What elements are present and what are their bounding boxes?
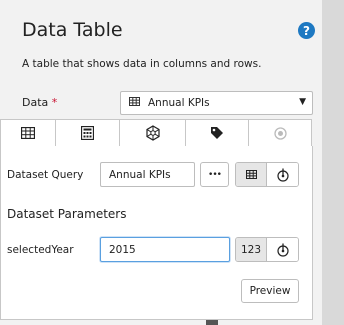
parameter-type-toggle: 123 (235, 237, 299, 262)
calculator-icon (81, 126, 94, 140)
link-binding-icon (276, 168, 289, 182)
properties-panel: Data Table ? A table that shows data in … (0, 0, 322, 325)
number-type-button[interactable]: 123 (236, 238, 268, 261)
data-select[interactable]: Annual KPIs ▼ (120, 91, 313, 115)
parameter-value-input[interactable]: 2015 (100, 237, 230, 262)
resize-handle (206, 320, 218, 325)
binding-mode-button[interactable] (267, 163, 298, 186)
panel-title: Data Table (22, 19, 123, 41)
help-icon[interactable]: ? (298, 22, 315, 39)
panel-description: A table that shows data in columns and r… (22, 58, 262, 70)
tag-icon (211, 127, 223, 139)
data-label: Data * (22, 96, 57, 109)
table-icon (245, 170, 257, 179)
dataset-query-mode-toggle (235, 162, 299, 187)
data-label-text: Data (22, 96, 49, 109)
link-binding-icon (276, 243, 289, 257)
required-marker: * (51, 96, 58, 109)
chevron-down-icon: ▼ (299, 97, 306, 107)
data-select-value: Annual KPIs (148, 97, 210, 109)
table-mode-button[interactable] (236, 163, 268, 186)
tab-record[interactable] (248, 119, 312, 147)
parameter-label: selectedYear (7, 244, 74, 256)
table-icon (21, 127, 35, 139)
table-icon (129, 97, 140, 109)
parameter-binding-button[interactable] (267, 238, 298, 261)
tab-content: Dataset Query Annual KPIs ••• Dataset Pa… (0, 146, 313, 320)
preview-button[interactable]: Preview (241, 279, 299, 303)
network-icon (145, 125, 160, 141)
tab-calculator[interactable] (55, 119, 120, 147)
property-tabs (0, 119, 313, 147)
dataset-query-label: Dataset Query (7, 169, 84, 181)
more-button[interactable]: ••• (200, 162, 229, 187)
radio-icon (273, 126, 287, 140)
tab-tag[interactable] (185, 119, 249, 147)
dataset-query-field[interactable]: Annual KPIs (100, 162, 195, 187)
dataset-parameters-title: Dataset Parameters (7, 207, 127, 221)
tab-connection[interactable] (119, 119, 186, 147)
tab-table[interactable] (0, 119, 56, 147)
